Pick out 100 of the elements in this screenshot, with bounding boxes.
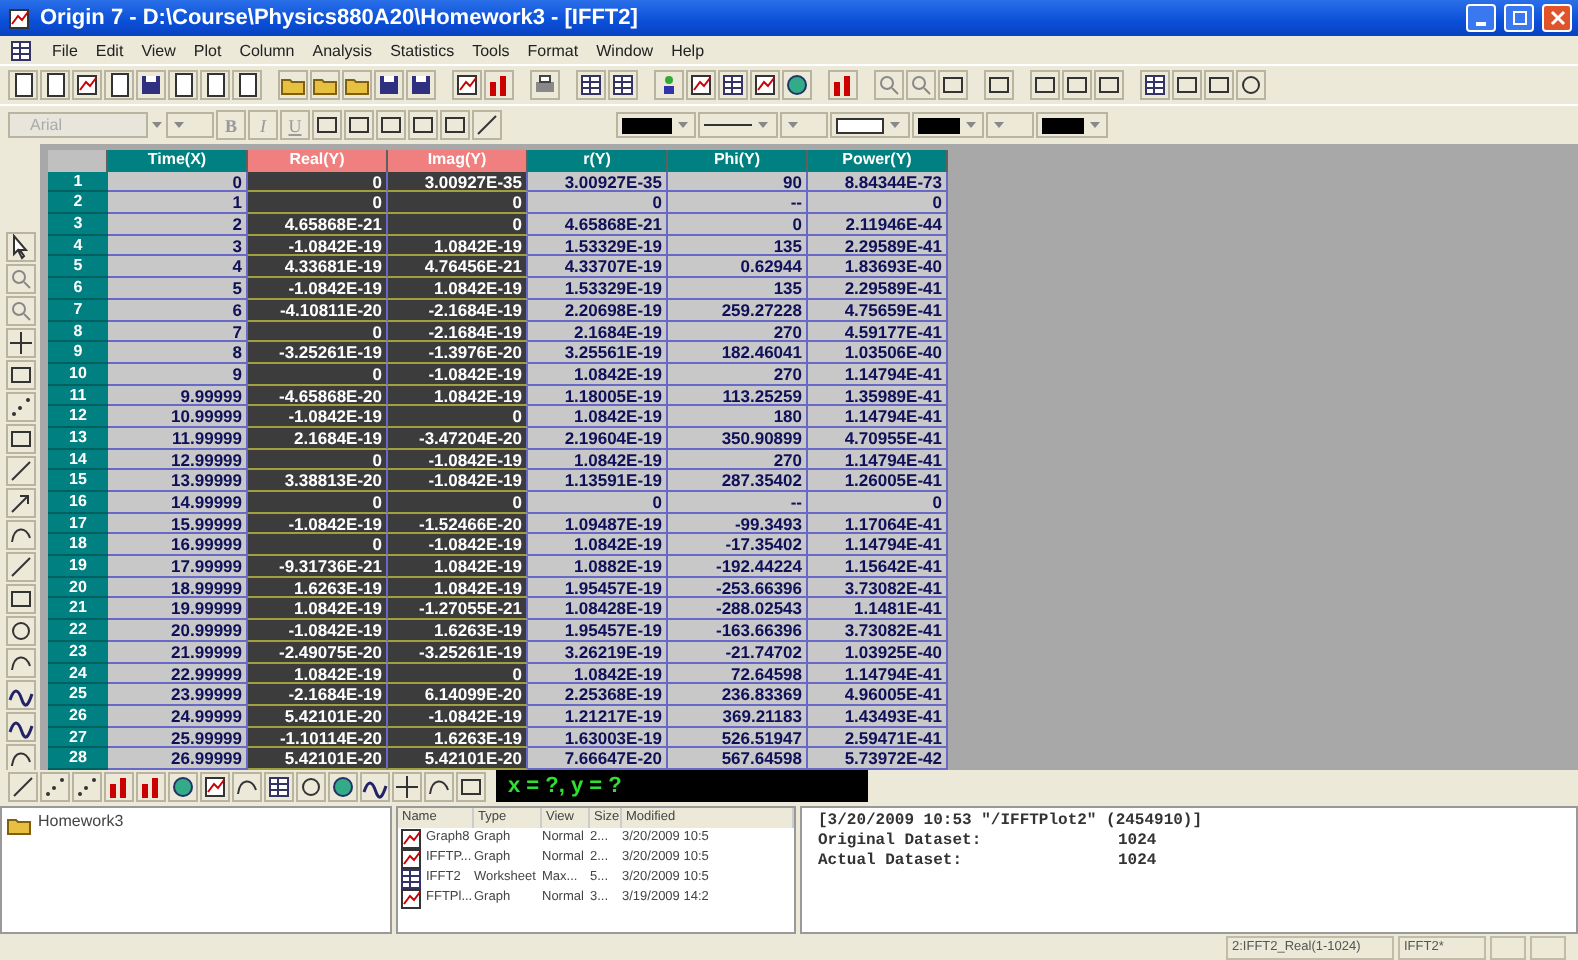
- toolbar-button[interactable]: [5, 392, 35, 422]
- toolbar-button[interactable]: [1094, 70, 1124, 100]
- toolbar-button[interactable]: [5, 680, 35, 710]
- line-style-dropdown[interactable]: [698, 112, 778, 138]
- menu-item[interactable]: Analysis: [312, 41, 373, 59]
- toolbar-button[interactable]: [72, 70, 102, 100]
- color-dropdown[interactable]: [912, 112, 984, 138]
- row-header[interactable]: 7: [48, 299, 108, 321]
- row-header[interactable]: 24: [48, 663, 108, 685]
- row-header[interactable]: 10: [48, 363, 108, 386]
- menu-item[interactable]: Tools: [472, 41, 510, 59]
- toolbar-button[interactable]: [5, 488, 35, 518]
- row-header[interactable]: 17: [48, 513, 108, 535]
- row-header[interactable]: 23: [48, 641, 108, 663]
- toolbar-button[interactable]: [8, 70, 38, 100]
- menu-item[interactable]: Help: [671, 41, 705, 59]
- column-header[interactable]: Imag(Y): [388, 150, 528, 172]
- close-button[interactable]: [1542, 4, 1572, 32]
- column-header[interactable]: Phi(Y): [668, 150, 808, 172]
- menu-item[interactable]: Plot: [193, 41, 222, 59]
- row-header[interactable]: 6: [48, 278, 108, 300]
- row-header[interactable]: 19: [48, 556, 108, 578]
- toolbar-button[interactable]: [136, 70, 166, 100]
- maximize-button[interactable]: [1504, 4, 1534, 32]
- tree-item[interactable]: Homework3: [38, 812, 124, 830]
- menu-item[interactable]: Window: [596, 41, 654, 59]
- toolbar-button[interactable]: [344, 110, 374, 140]
- toolbar-button[interactable]: [360, 771, 390, 801]
- row-header[interactable]: 12: [48, 406, 108, 428]
- toolbar-button[interactable]: [5, 712, 35, 742]
- column-header[interactable]: Real(Y): [248, 150, 388, 172]
- menu-item[interactable]: Edit: [95, 41, 124, 59]
- color-dropdown[interactable]: [1036, 112, 1108, 138]
- menu-item[interactable]: Format: [527, 41, 579, 59]
- menu-item[interactable]: View: [141, 41, 176, 59]
- row-header[interactable]: 1: [48, 171, 108, 193]
- toolbar-button[interactable]: [782, 70, 812, 100]
- toolbar-button[interactable]: [5, 232, 35, 262]
- toolbar-button[interactable]: [5, 616, 35, 646]
- minimize-button[interactable]: [1466, 4, 1496, 32]
- toolbar-button[interactable]: [5, 552, 35, 582]
- toolbar-button[interactable]: [424, 771, 454, 801]
- toolbar-button[interactable]: [5, 360, 35, 390]
- menu-item[interactable]: Column: [239, 41, 295, 59]
- toolbar-button[interactable]: [1236, 70, 1266, 100]
- row-header[interactable]: 25: [48, 684, 108, 706]
- toolbar-button[interactable]: [392, 771, 422, 801]
- row-header[interactable]: 3: [48, 214, 108, 236]
- toolbar-button[interactable]: [232, 771, 262, 801]
- toolbar-button[interactable]: [576, 70, 606, 100]
- toolbar-button[interactable]: [312, 110, 342, 140]
- row-header[interactable]: 15: [48, 470, 108, 492]
- row-header[interactable]: 13: [48, 427, 108, 450]
- toolbar-button[interactable]: [408, 110, 438, 140]
- color-dropdown[interactable]: [616, 112, 696, 138]
- toolbar-button[interactable]: [608, 70, 638, 100]
- toolbar-button[interactable]: [200, 70, 230, 100]
- toolbar-button[interactable]: [104, 70, 134, 100]
- toolbar-button[interactable]: [472, 110, 502, 140]
- row-header[interactable]: 21: [48, 598, 108, 621]
- row-header[interactable]: 8: [48, 321, 108, 343]
- toolbar-button[interactable]: [938, 70, 968, 100]
- toolbar-button[interactable]: [452, 70, 482, 100]
- row-header[interactable]: 27: [48, 727, 108, 749]
- toolbar-button[interactable]: [5, 424, 35, 454]
- toolbar-button[interactable]: [168, 771, 198, 801]
- toolbar-button[interactable]: [440, 110, 470, 140]
- menu-item[interactable]: Statistics: [390, 41, 455, 59]
- toolbar-button[interactable]: [40, 771, 70, 801]
- column-header[interactable]: Power(Y): [808, 150, 948, 172]
- row-header[interactable]: 5: [48, 256, 108, 279]
- toolbar-button[interactable]: [232, 70, 262, 100]
- row-header[interactable]: 2: [48, 192, 108, 215]
- row-header[interactable]: 14: [48, 449, 108, 471]
- toolbar-button[interactable]: [5, 648, 35, 678]
- toolbar-button[interactable]: [530, 70, 560, 100]
- toolbar-button[interactable]: [8, 771, 38, 801]
- toolbar-button[interactable]: [5, 584, 35, 614]
- toolbar-button[interactable]: [750, 70, 780, 100]
- row-header[interactable]: 28: [48, 748, 108, 770]
- toolbar-button[interactable]: [168, 70, 198, 100]
- toolbar-button[interactable]: [1062, 70, 1092, 100]
- row-header[interactable]: 26: [48, 705, 108, 728]
- row-header[interactable]: 16: [48, 492, 108, 514]
- toolbar-button[interactable]: [1172, 70, 1202, 100]
- row-header[interactable]: 22: [48, 620, 108, 642]
- row-header[interactable]: 11: [48, 385, 108, 407]
- toolbar-button[interactable]: [200, 771, 230, 801]
- toolbar-button[interactable]: [296, 771, 326, 801]
- toolbar-button[interactable]: [718, 70, 748, 100]
- toolbar-button[interactable]: [5, 520, 35, 550]
- toolbar-button[interactable]: [376, 110, 406, 140]
- toolbar-button[interactable]: [456, 771, 486, 801]
- toolbar-button[interactable]: [40, 70, 70, 100]
- menu-item[interactable]: File: [52, 41, 78, 59]
- row-header[interactable]: 9: [48, 342, 108, 364]
- row-header[interactable]: 4: [48, 235, 108, 257]
- toolbar-button[interactable]: [264, 771, 294, 801]
- toolbar-button[interactable]: [984, 70, 1014, 100]
- toolbar-button[interactable]: [1030, 70, 1060, 100]
